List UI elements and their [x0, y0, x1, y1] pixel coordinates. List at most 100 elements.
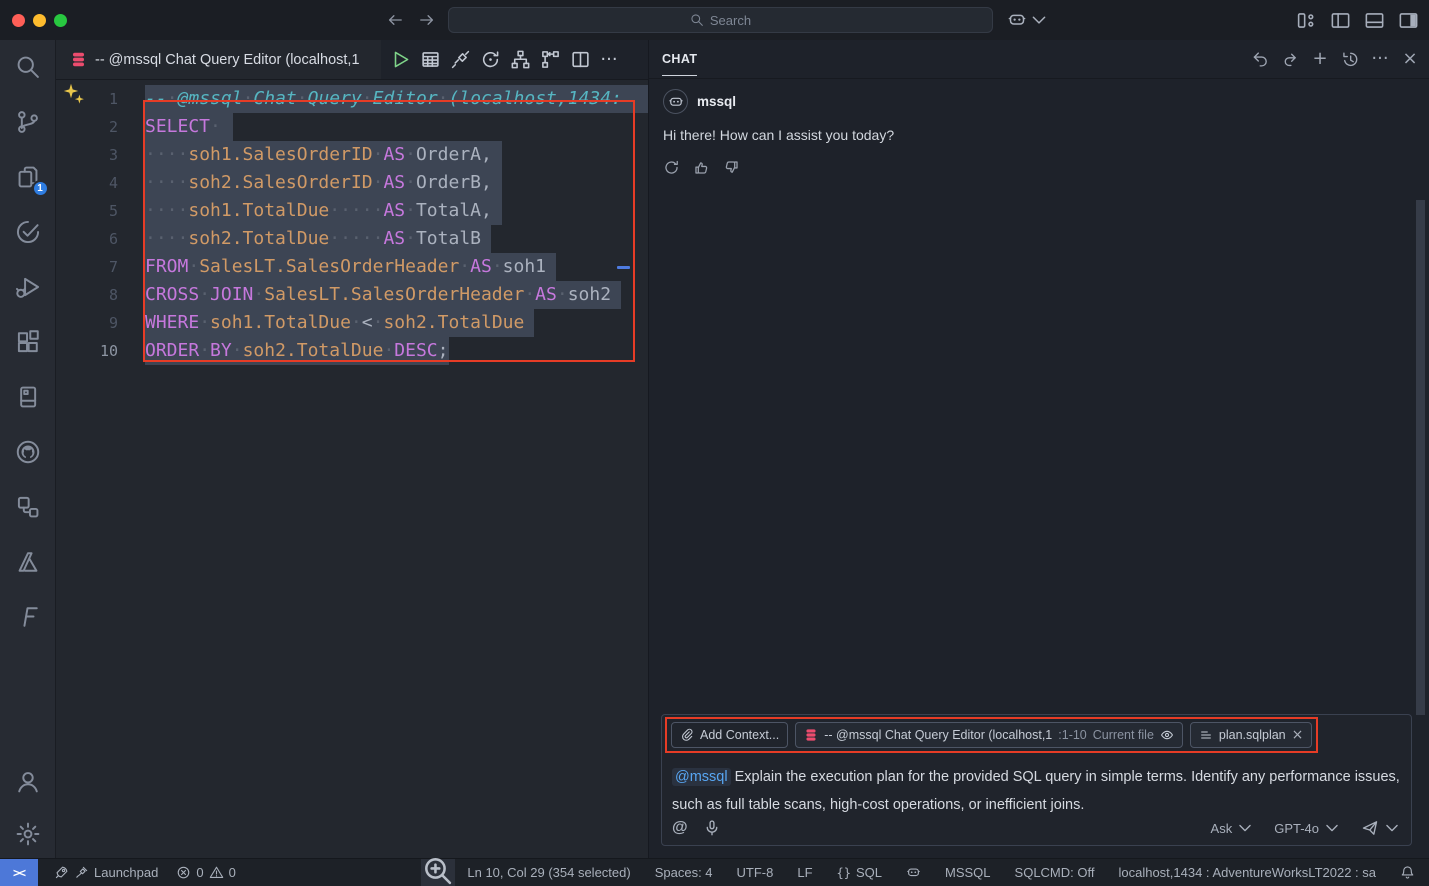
toggle-panel-icon[interactable]	[1364, 10, 1385, 31]
minimize-window-button[interactable]	[33, 14, 46, 27]
thumbs-up-icon[interactable]	[693, 159, 710, 176]
history-icon[interactable]	[1341, 50, 1359, 68]
activity-azure[interactable]	[14, 548, 42, 576]
model-picker[interactable]: GPT-4o	[1274, 819, 1341, 837]
command-search-input[interactable]: Search	[448, 7, 993, 33]
tab-mssql-query-editor[interactable]: -- @mssql Chat Query Editor (localhost,1	[56, 40, 381, 79]
customize-layout-icon[interactable]	[1296, 10, 1317, 31]
activity-database-projects[interactable]	[14, 493, 42, 521]
activity-source-control[interactable]	[14, 108, 42, 136]
activity-tasks[interactable]	[14, 218, 42, 246]
run-query-button[interactable]	[390, 49, 411, 70]
estimated-plan-icon[interactable]	[510, 49, 531, 70]
warning-count: 0	[229, 865, 236, 880]
copilot-menu-button[interactable]	[1007, 10, 1049, 30]
activity-search[interactable]	[14, 53, 42, 81]
thumbs-down-icon[interactable]	[723, 159, 740, 176]
problems-item[interactable]: 0 0	[176, 865, 235, 880]
tab-bar: -- @mssql Chat Query Editor (localhost,1…	[56, 40, 648, 80]
indentation-item[interactable]: Spaces: 4	[655, 865, 713, 880]
toggle-sidebar-icon[interactable]	[1330, 10, 1351, 31]
mention-button[interactable]: @	[672, 819, 688, 837]
redo-icon[interactable]	[1281, 50, 1299, 68]
maximize-window-button[interactable]	[54, 14, 67, 27]
line-number: 2	[56, 113, 118, 141]
forward-icon[interactable]	[418, 11, 436, 29]
annotation-box-chips: Add Context... -- @mssql Chat Query Edit…	[665, 717, 1318, 753]
line-number: 6	[56, 225, 118, 253]
activity-copy-pages[interactable]: 1	[14, 163, 42, 191]
code-line[interactable]: 4····soh2.SalesOrderID·AS·OrderB,	[56, 169, 648, 197]
copilot-icon	[906, 865, 921, 880]
chat-prompt-text[interactable]: @mssql Explain the execution plan for th…	[672, 763, 1401, 819]
selected-code: WHERE·soh1.TotalDue·<·soh2.TotalDue	[145, 309, 534, 337]
notebook-icon	[15, 384, 41, 410]
context-chip-editor[interactable]: -- @mssql Chat Query Editor (localhost,1…	[795, 722, 1183, 748]
code-line[interactable]: 10ORDER·BY·soh2.TotalDue·DESC;	[56, 337, 648, 365]
settings-button[interactable]	[14, 820, 42, 848]
close-window-button[interactable]	[12, 14, 25, 27]
code-editor[interactable]: 1--·@mssql·Chat·Query·Editor·(localhost,…	[56, 80, 648, 858]
eol-item[interactable]: LF	[797, 865, 812, 880]
remote-indicator[interactable]: ><	[0, 859, 38, 886]
search-icon	[690, 13, 704, 27]
selected-code: ····soh1.SalesOrderID·AS·OrderA,	[145, 141, 502, 169]
results-grid-icon[interactable]	[420, 49, 441, 70]
code-line[interactable]: 9WHERE·soh1.TotalDue·<·soh2.TotalDue	[56, 309, 648, 337]
code-line[interactable]: 6 ····soh2.TotalDue·····AS·TotalB	[56, 225, 648, 253]
context-chip-sqlplan[interactable]: plan.sqlplan ×	[1190, 722, 1312, 748]
launchpad-item[interactable]: Launchpad	[54, 865, 158, 880]
split-editor-icon[interactable]	[570, 49, 591, 70]
selected-code: SELECT·	[145, 113, 233, 141]
cursor-position-item[interactable]: Ln 10, Col 29 (354 selected)	[467, 865, 630, 880]
copilot-status-item[interactable]	[906, 865, 921, 880]
extensions-icon	[15, 329, 41, 355]
close-icon[interactable]: ×	[1401, 50, 1419, 68]
activity-notebook[interactable]	[14, 383, 42, 411]
microphone-icon[interactable]	[703, 819, 721, 837]
new-chat-icon[interactable]: +	[1311, 50, 1329, 68]
activity-run-debug[interactable]	[14, 273, 42, 301]
notifications-item[interactable]	[1400, 865, 1415, 880]
mssql-item[interactable]: MSSQL	[945, 865, 991, 880]
more-icon[interactable]: ···	[1371, 50, 1389, 68]
language-item[interactable]: {}SQL	[837, 865, 882, 880]
code-line[interactable]: 1--·@mssql·Chat·Query·Editor·(localhost,…	[56, 85, 648, 113]
activity-github[interactable]	[14, 438, 42, 466]
line-number: 1	[56, 85, 118, 113]
encoding-item[interactable]: UTF-8	[737, 865, 774, 880]
database-icon	[804, 728, 818, 742]
code-line[interactable]: 8CROSS·JOIN·SalesLT.SalesOrderHeader·AS·…	[56, 281, 648, 309]
activity-fabric[interactable]	[14, 603, 42, 631]
code-line[interactable]: 5····soh1.TotalDue·····AS·TotalA,	[56, 197, 648, 225]
accounts-button[interactable]	[14, 768, 42, 796]
toggle-secondary-sidebar-icon[interactable]	[1398, 10, 1419, 31]
code-line[interactable]: 2 SELECT·	[56, 113, 648, 141]
back-icon[interactable]	[386, 11, 404, 29]
add-context-button[interactable]: Add Context...	[671, 722, 788, 748]
code-line[interactable]: 7FROM·SalesLT.SalesOrderHeader·AS·soh1	[56, 253, 648, 281]
mode-picker[interactable]: Ask	[1211, 819, 1255, 837]
query-plan-icon[interactable]	[540, 49, 561, 70]
undo-icon[interactable]	[1251, 50, 1269, 68]
code-line[interactable]: 3····soh1.SalesOrderID·AS·OrderA,	[56, 141, 648, 169]
change-connection-icon[interactable]	[480, 49, 501, 70]
activity-extensions[interactable]	[14, 328, 42, 356]
remove-chip-icon[interactable]: ×	[1292, 727, 1304, 743]
regenerate-icon[interactable]	[663, 159, 680, 176]
more-actions-icon[interactable]: ···	[600, 51, 618, 69]
sqlcmd-item[interactable]: SQLCMD: Off	[1015, 865, 1095, 880]
zoom-indicator[interactable]	[421, 859, 455, 886]
linked-boxes-icon	[15, 494, 41, 520]
scrollbar[interactable]	[1416, 200, 1425, 715]
error-icon	[176, 865, 191, 880]
disconnect-icon[interactable]	[450, 49, 471, 70]
selected-code: ····soh2.TotalDue·····AS·TotalB	[145, 225, 491, 253]
connection-item[interactable]: localhost,1434 : AdventureWorksLT2022 : …	[1118, 865, 1376, 880]
chevron-down-icon	[1029, 10, 1049, 30]
send-button[interactable]	[1361, 819, 1401, 837]
tab-chat[interactable]: CHAT	[662, 52, 697, 76]
context-chip-suffix: Current file	[1093, 728, 1154, 742]
eye-icon[interactable]	[1160, 728, 1174, 742]
chat-input-box[interactable]: Add Context... -- @mssql Chat Query Edit…	[661, 714, 1412, 846]
